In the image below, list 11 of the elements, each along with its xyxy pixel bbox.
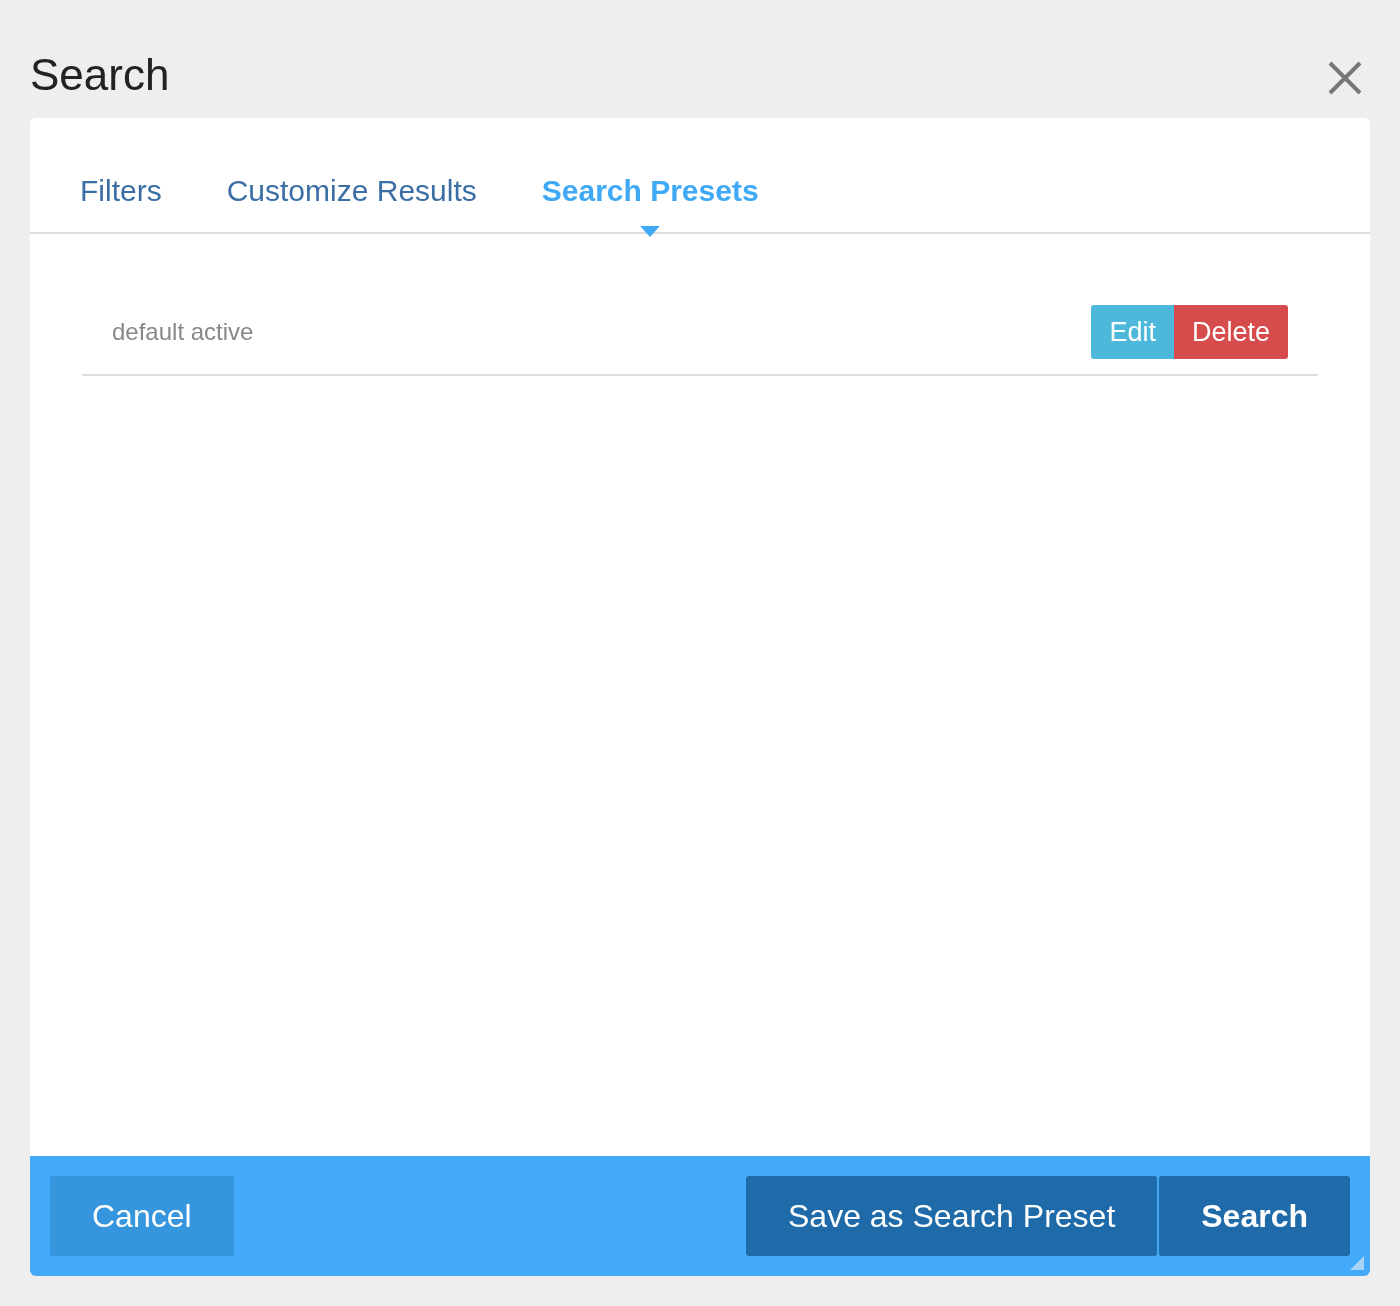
search-button[interactable]: Search — [1159, 1176, 1350, 1256]
caret-icon — [640, 226, 661, 237]
close-icon[interactable] — [1328, 61, 1362, 95]
tab[interactable]: Filters — [80, 174, 162, 208]
dialog-title: Search — [30, 50, 170, 100]
cancel-button[interactable]: Cancel — [50, 1176, 234, 1256]
preset-name: default active — [112, 318, 254, 346]
tab[interactable]: Customize Results — [226, 174, 477, 208]
save-preset-button[interactable]: Save as Search Preset — [746, 1176, 1158, 1256]
resize-grip-icon[interactable] — [1350, 1256, 1364, 1270]
delete-button[interactable]: Delete — [1173, 305, 1288, 359]
